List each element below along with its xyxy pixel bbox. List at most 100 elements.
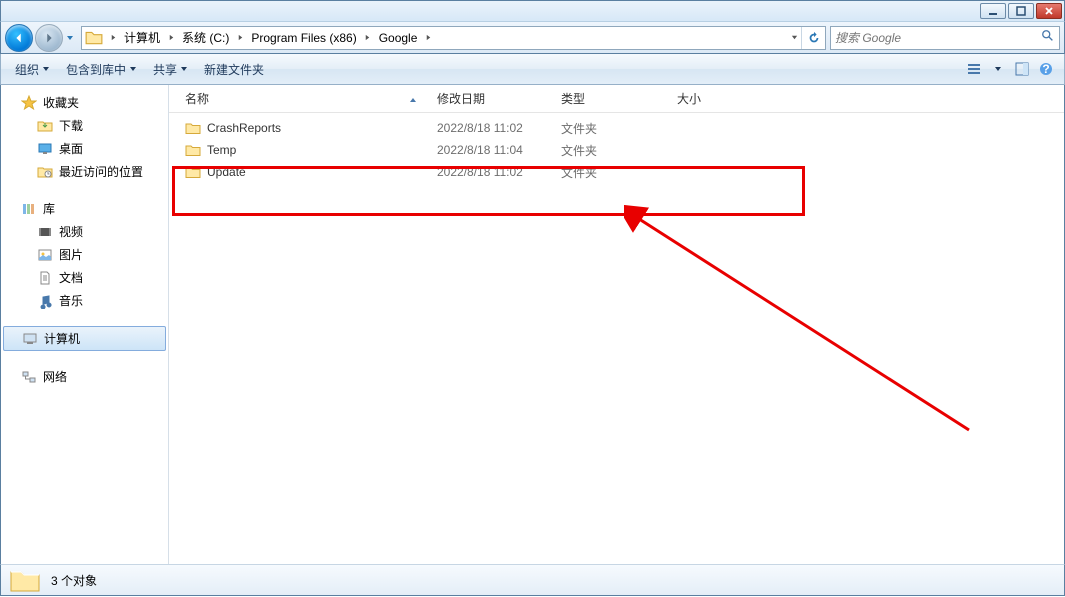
cell-date: 2022/8/18 11:02 bbox=[431, 165, 555, 179]
folder-icon bbox=[9, 566, 41, 594]
video-icon bbox=[37, 224, 53, 240]
table-row[interactable]: Temp 2022/8/18 11:04文件夹 bbox=[169, 139, 1064, 161]
chevron-right-icon[interactable] bbox=[233, 27, 247, 49]
cell-type: 文件夹 bbox=[555, 164, 671, 181]
sidebar-label: 计算机 bbox=[44, 330, 80, 347]
cell-name: Update bbox=[207, 165, 246, 179]
breadcrumb-label: Program Files (x86) bbox=[251, 31, 356, 45]
share-menu[interactable]: 共享 bbox=[145, 54, 196, 84]
chevron-down-icon bbox=[129, 62, 137, 76]
view-button[interactable] bbox=[962, 54, 986, 84]
tool-label: 包含到库中 bbox=[66, 61, 126, 78]
breadcrumb[interactable]: 计算机 bbox=[120, 27, 164, 49]
music-icon bbox=[37, 293, 53, 309]
sidebar-item-label: 音乐 bbox=[59, 292, 83, 309]
cell-type: 文件夹 bbox=[555, 142, 671, 159]
include-menu[interactable]: 包含到库中 bbox=[58, 54, 145, 84]
col-type[interactable]: 类型 bbox=[555, 90, 671, 107]
address-bar[interactable]: 计算机 系统 (C:) Program Files (x86) Google bbox=[81, 26, 826, 50]
cell-type: 文件夹 bbox=[555, 120, 671, 137]
status-text: 3 个对象 bbox=[51, 572, 97, 589]
back-button[interactable] bbox=[5, 24, 33, 52]
sidebar-libraries[interactable]: 库 bbox=[1, 197, 168, 220]
folder-icon bbox=[185, 120, 201, 136]
addr-dropdown[interactable] bbox=[787, 27, 801, 49]
col-name[interactable]: 名称 bbox=[179, 90, 431, 107]
search-input[interactable] bbox=[835, 31, 1041, 45]
sidebar-favorites[interactable]: 收藏夹 bbox=[1, 91, 168, 114]
close-button[interactable] bbox=[1036, 3, 1062, 19]
cell-date: 2022/8/18 11:04 bbox=[431, 143, 555, 157]
recent-icon bbox=[37, 164, 53, 180]
view-dropdown[interactable] bbox=[986, 54, 1010, 84]
svg-text:?: ? bbox=[1042, 62, 1049, 76]
preview-pane-button[interactable] bbox=[1010, 54, 1034, 84]
chevron-down-icon bbox=[42, 62, 50, 76]
network-icon bbox=[21, 369, 37, 385]
table-row[interactable]: Update 2022/8/18 11:02文件夹 bbox=[169, 161, 1064, 183]
help-button[interactable]: ? bbox=[1034, 54, 1058, 84]
sidebar-computer[interactable]: 计算机 bbox=[3, 326, 166, 351]
chevron-right-icon[interactable] bbox=[361, 27, 375, 49]
toolbar: 组织 包含到库中 共享 新建文件夹 ? bbox=[0, 54, 1065, 85]
breadcrumb-label: 计算机 bbox=[124, 29, 160, 46]
table-row[interactable]: CrashReports 2022/8/18 11:02文件夹 bbox=[169, 117, 1064, 139]
folder-icon bbox=[185, 142, 201, 158]
tool-label: 新建文件夹 bbox=[204, 61, 264, 78]
sidebar-item-documents[interactable]: 文档 bbox=[1, 266, 168, 289]
downloads-icon bbox=[37, 118, 53, 134]
breadcrumb[interactable]: Google bbox=[375, 27, 422, 49]
cell-name: Temp bbox=[207, 143, 236, 157]
cell-date: 2022/8/18 11:02 bbox=[431, 121, 555, 135]
maximize-button[interactable] bbox=[1008, 3, 1034, 19]
chevron-right-icon[interactable] bbox=[421, 27, 435, 49]
sort-indicator-icon bbox=[409, 92, 417, 106]
sidebar-item-label: 下载 bbox=[59, 117, 83, 134]
folder-icon bbox=[85, 29, 103, 47]
computer-icon bbox=[22, 331, 38, 347]
sidebar-label: 网络 bbox=[43, 368, 67, 385]
search-icon bbox=[1041, 29, 1055, 46]
statusbar: 3 个对象 bbox=[0, 564, 1065, 596]
col-label: 大小 bbox=[677, 92, 701, 106]
sidebar-network[interactable]: 网络 bbox=[1, 365, 168, 388]
sidebar-item-music[interactable]: 音乐 bbox=[1, 289, 168, 312]
sidebar-item-label: 最近访问的位置 bbox=[59, 163, 143, 180]
desktop-icon bbox=[37, 141, 53, 157]
sidebar-item-desktop[interactable]: 桌面 bbox=[1, 137, 168, 160]
tool-label: 组织 bbox=[15, 61, 39, 78]
minimize-button[interactable] bbox=[980, 3, 1006, 19]
col-size[interactable]: 大小 bbox=[671, 90, 751, 107]
search-box[interactable] bbox=[830, 26, 1060, 50]
star-icon bbox=[21, 95, 37, 111]
sidebar-item-label: 桌面 bbox=[59, 140, 83, 157]
folder-icon bbox=[185, 164, 201, 180]
sidebar-item-pictures[interactable]: 图片 bbox=[1, 243, 168, 266]
sidebar-item-recent[interactable]: 最近访问的位置 bbox=[1, 160, 168, 183]
history-dropdown[interactable] bbox=[63, 34, 77, 42]
sidebar-item-label: 文档 bbox=[59, 269, 83, 286]
column-headers: 名称 修改日期 类型 大小 bbox=[169, 85, 1064, 113]
sidebar-item-label: 图片 bbox=[59, 246, 83, 263]
sidebar-item-video[interactable]: 视频 bbox=[1, 220, 168, 243]
breadcrumb-label: Google bbox=[379, 31, 418, 45]
chevron-down-icon bbox=[180, 62, 188, 76]
titlebar bbox=[0, 0, 1065, 21]
sidebar-item-downloads[interactable]: 下载 bbox=[1, 114, 168, 137]
organize-menu[interactable]: 组织 bbox=[7, 54, 58, 84]
new-folder-button[interactable]: 新建文件夹 bbox=[196, 54, 272, 84]
chevron-right-icon[interactable] bbox=[106, 27, 120, 49]
refresh-button[interactable] bbox=[801, 27, 825, 49]
body: 收藏夹 下载 桌面 最近访问的位置 库 视频 bbox=[0, 85, 1065, 564]
sidebar-item-label: 视频 bbox=[59, 223, 83, 240]
cell-name: CrashReports bbox=[207, 121, 281, 135]
forward-button[interactable] bbox=[35, 24, 63, 52]
breadcrumb[interactable]: Program Files (x86) bbox=[247, 27, 360, 49]
col-label: 修改日期 bbox=[437, 92, 485, 106]
chevron-right-icon[interactable] bbox=[164, 27, 178, 49]
col-date[interactable]: 修改日期 bbox=[431, 90, 555, 107]
breadcrumb[interactable]: 系统 (C:) bbox=[178, 27, 233, 49]
annotation-arrow bbox=[624, 205, 984, 445]
col-label: 类型 bbox=[561, 92, 585, 106]
tool-label: 共享 bbox=[153, 61, 177, 78]
